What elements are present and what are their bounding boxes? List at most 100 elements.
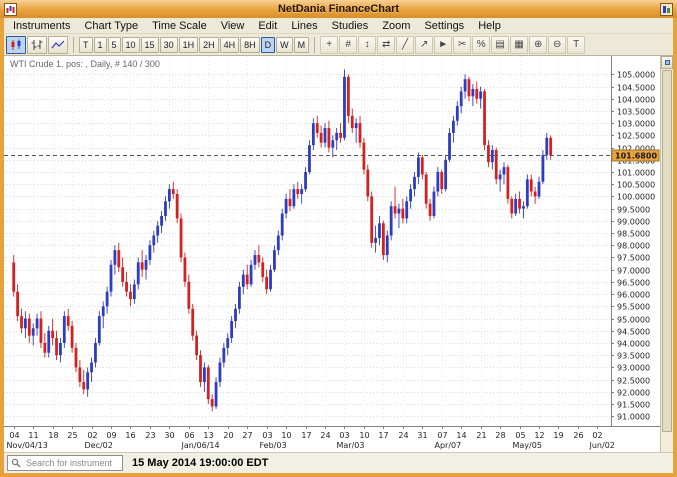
svg-text:28: 28 (495, 431, 505, 440)
interval-15-button[interactable]: 15 (141, 37, 159, 53)
interval-d-button[interactable]: D (261, 37, 276, 53)
menu-item-edit[interactable]: Edit (251, 19, 284, 33)
titlebar-right-icon[interactable] (660, 3, 673, 16)
trendline-tool-button[interactable]: ╱ (396, 36, 414, 54)
svg-text:10: 10 (359, 431, 369, 440)
vertical-scale-tool-button[interactable]: ↕ (358, 36, 376, 54)
svg-text:93.5000: 93.5000 (617, 352, 650, 361)
menu-item-view[interactable]: View (214, 19, 252, 33)
svg-text:92.5000: 92.5000 (617, 377, 650, 386)
svg-text:23: 23 (145, 431, 155, 440)
tools-group: +#↕⇄╱↗►✂%▤▦⊕⊖T (320, 36, 585, 54)
remove-lines-tool-button[interactable]: ✂ (453, 36, 471, 54)
menu-item-help[interactable]: Help (471, 19, 508, 33)
chart-area[interactable]: WTI Crude 1. pos: , Daily, # 140 / 300 1… (4, 56, 660, 452)
svg-text:94.5000: 94.5000 (617, 328, 650, 337)
svg-text:102.5000: 102.5000 (617, 132, 655, 141)
interval-2h-button[interactable]: 2H (199, 37, 219, 53)
svg-text:12: 12 (534, 431, 544, 440)
svg-text:27: 27 (242, 431, 252, 440)
interval-30-button[interactable]: 30 (160, 37, 178, 53)
svg-text:30: 30 (164, 431, 174, 440)
svg-text:26: 26 (573, 431, 583, 440)
interval-4h-button[interactable]: 4H (220, 37, 240, 53)
svg-text:19: 19 (553, 431, 563, 440)
ohlc-bar-type-button[interactable] (27, 36, 47, 54)
svg-text:93.0000: 93.0000 (617, 364, 650, 373)
svg-text:Mar/03: Mar/03 (337, 441, 365, 450)
interval-t-button[interactable]: T (79, 37, 93, 53)
svg-text:103.5000: 103.5000 (617, 108, 655, 117)
instrument-search-box[interactable] (7, 455, 123, 471)
scrollbar-thumb[interactable] (662, 70, 672, 432)
menu-item-settings[interactable]: Settings (417, 19, 471, 33)
text-tool-button[interactable]: T (567, 36, 585, 54)
chart-scrollbar[interactable] (660, 56, 673, 452)
interval-1h-button[interactable]: 1H (179, 37, 199, 53)
svg-text:02: 02 (592, 431, 602, 440)
grid-tool-button[interactable]: # (339, 36, 357, 54)
svg-text:Nov/04/13: Nov/04/13 (7, 441, 48, 450)
menu-item-zoom[interactable]: Zoom (375, 19, 417, 33)
menu-item-instruments[interactable]: Instruments (6, 19, 77, 33)
svg-text:24: 24 (398, 431, 408, 440)
chart-row: WTI Crude 1. pos: , Daily, # 140 / 300 1… (4, 56, 673, 452)
svg-text:May/05: May/05 (513, 441, 542, 450)
svg-text:18: 18 (48, 431, 58, 440)
svg-text:04: 04 (9, 431, 19, 440)
percent-change-tool-button[interactable]: % (472, 36, 490, 54)
search-icon (11, 458, 21, 468)
candles-icon (9, 39, 23, 51)
svg-text:96.5000: 96.5000 (617, 279, 650, 288)
svg-text:03: 03 (339, 431, 349, 440)
svg-text:103.0000: 103.0000 (617, 120, 655, 129)
current-price-tag: 101.6800 (612, 150, 659, 161)
ray-line-tool-button[interactable]: ↗ (415, 36, 433, 54)
toolbar-separator (314, 37, 315, 53)
svg-text:05: 05 (515, 431, 525, 440)
interval-5-button[interactable]: 5 (108, 37, 121, 53)
crosshair-tool-button[interactable]: + (320, 36, 338, 54)
interval-1-button[interactable]: 1 (94, 37, 107, 53)
svg-text:105.0000: 105.0000 (617, 71, 655, 80)
candlestick-type-button[interactable] (6, 36, 26, 54)
svg-text:96.0000: 96.0000 (617, 291, 650, 300)
horizontal-scroll-tool-button[interactable]: ⇄ (377, 36, 395, 54)
svg-text:10: 10 (281, 431, 291, 440)
print-tool-button[interactable]: ▤ (491, 36, 509, 54)
interval-8h-button[interactable]: 8H (240, 37, 260, 53)
menu-item-chart-type[interactable]: Chart Type (77, 19, 145, 33)
title-bar[interactable]: NetDania FinanceChart (0, 0, 677, 18)
scrollbar-track[interactable] (661, 69, 673, 452)
svg-text:99.0000: 99.0000 (617, 218, 650, 227)
chart-canvas[interactable]: 105.0000 104.5000 104.0000 103.5000 103.0000… (4, 56, 660, 452)
toolbar-separator (73, 37, 74, 53)
interval-m-button[interactable]: M (294, 37, 310, 53)
svg-text:Dec/02: Dec/02 (85, 441, 113, 450)
svg-text:17: 17 (378, 431, 388, 440)
zoom-out-tool-button[interactable]: ⊖ (548, 36, 566, 54)
svg-text:Jan/06/14: Jan/06/14 (181, 441, 220, 450)
interval-w-button[interactable]: W (276, 37, 293, 53)
svg-text:104.0000: 104.0000 (617, 96, 655, 105)
arrow-annotation-tool-button[interactable]: ► (434, 36, 452, 54)
zoom-in-tool-button[interactable]: ⊕ (529, 36, 547, 54)
interval-10-button[interactable]: 10 (122, 37, 140, 53)
svg-text:97.5000: 97.5000 (617, 254, 650, 263)
search-input[interactable] (24, 457, 119, 469)
line-type-button[interactable] (48, 36, 68, 54)
chart-maximize-button[interactable] (661, 56, 673, 69)
svg-text:06: 06 (184, 431, 194, 440)
svg-text:14: 14 (456, 431, 466, 440)
menu-item-lines[interactable]: Lines (284, 19, 324, 33)
svg-text:98.5000: 98.5000 (617, 230, 650, 239)
svg-text:20: 20 (223, 431, 233, 440)
svg-text:11: 11 (28, 431, 38, 440)
svg-text:104.5000: 104.5000 (617, 84, 655, 93)
menu-item-studies[interactable]: Studies (325, 19, 376, 33)
svg-text:95.0000: 95.0000 (617, 316, 650, 325)
svg-text:02: 02 (87, 431, 97, 440)
menu-item-time-scale[interactable]: Time Scale (145, 19, 214, 33)
svg-text:99.5000: 99.5000 (617, 206, 650, 215)
snapshot-tool-button[interactable]: ▦ (510, 36, 528, 54)
